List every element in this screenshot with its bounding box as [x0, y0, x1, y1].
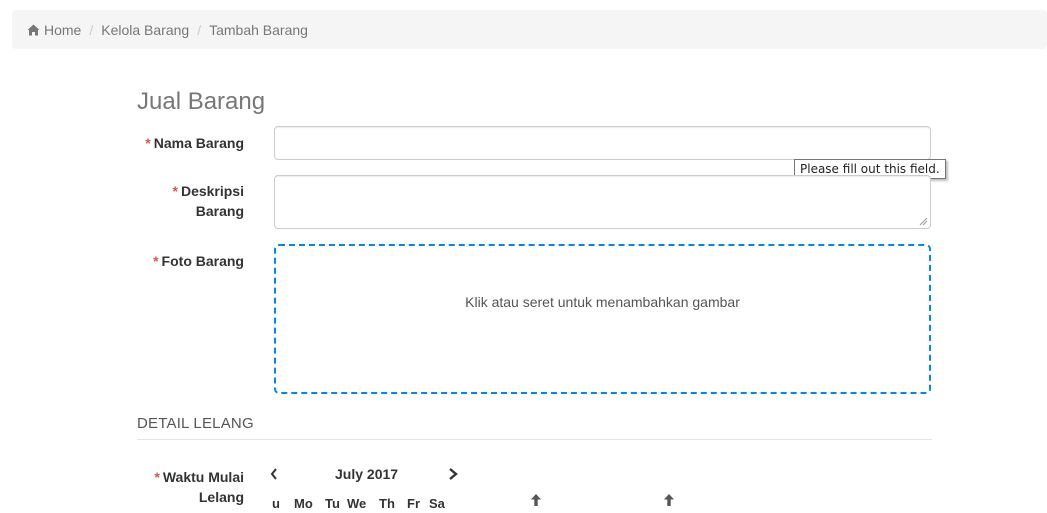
weekday-we: We	[347, 496, 367, 511]
deskripsi-barang-textarea[interactable]	[274, 175, 931, 229]
resize-grip-icon[interactable]	[919, 217, 928, 226]
calendar-weekday-header: u Mo Tu We Th Fr Sa	[272, 496, 451, 511]
image-dropzone[interactable]: Klik atau seret untuk menambahkan gambar	[274, 244, 931, 394]
weekday-fr: Fr	[407, 496, 420, 511]
waktu-mulai-label-line2: Lelang	[198, 489, 244, 505]
breadcrumb-current: Tambah Barang	[209, 21, 308, 38]
weekday-sa: Sa	[429, 496, 445, 511]
nama-barang-label-text: Nama Barang	[153, 135, 244, 151]
breadcrumb: Home / Kelola Barang / Tambah Barang	[12, 10, 1047, 49]
page-title: Jual Barang	[137, 88, 266, 115]
calendar-month-label[interactable]: July 2017	[335, 466, 398, 482]
section-divider	[137, 439, 932, 440]
weekday-mo: Mo	[294, 496, 313, 511]
required-mark: *	[145, 135, 151, 151]
weekday-su: u	[272, 496, 280, 511]
hour-increment-arrow-up-icon[interactable]	[529, 493, 543, 507]
required-mark: *	[154, 469, 160, 485]
home-icon	[27, 24, 40, 35]
weekday-tu: Tu	[325, 496, 340, 511]
dropzone-message: Klik atau seret untuk menambahkan gambar	[465, 294, 740, 310]
minute-increment-arrow-up-icon[interactable]	[662, 493, 676, 507]
foto-barang-label: * Foto Barang	[153, 251, 244, 271]
chevron-left-icon[interactable]	[269, 466, 279, 482]
weekday-th: Th	[379, 496, 395, 511]
breadcrumb-separator: /	[89, 21, 94, 38]
foto-barang-label-text: Foto Barang	[161, 253, 244, 269]
nama-barang-input[interactable]	[274, 126, 931, 160]
detail-lelang-heading: DETAIL LELANG	[137, 415, 254, 432]
deskripsi-label-line2: Barang	[195, 203, 244, 219]
required-mark: *	[172, 183, 178, 199]
nama-barang-label: * Nama Barang	[145, 133, 244, 153]
waktu-mulai-label-line1: Waktu Mulai	[162, 469, 244, 485]
breadcrumb-home-link[interactable]: Home	[27, 22, 81, 38]
deskripsi-label-line1: Deskripsi	[180, 183, 244, 199]
breadcrumb-kelola-barang-link[interactable]: Kelola Barang	[101, 22, 189, 38]
breadcrumb-separator: /	[197, 21, 202, 38]
chevron-right-icon[interactable]	[447, 466, 459, 482]
deskripsi-barang-label: * Deskripsi Barang	[173, 181, 245, 221]
required-mark: *	[153, 253, 159, 269]
breadcrumb-home-label: Home	[44, 21, 82, 38]
waktu-mulai-lelang-label: * Waktu Mulai Lelang	[154, 467, 244, 507]
